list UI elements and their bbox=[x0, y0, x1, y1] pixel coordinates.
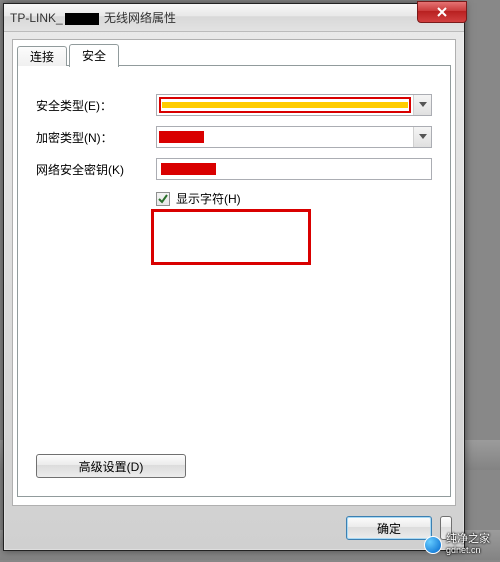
label-security-type: 安全类型(E)： bbox=[36, 97, 156, 114]
watermark-logo-icon bbox=[424, 536, 442, 554]
redacted-value bbox=[161, 161, 427, 177]
annotation-highlight bbox=[151, 209, 311, 265]
label-encryption-type: 加密类型(N)： bbox=[36, 129, 156, 146]
row-encryption-type: 加密类型(N)： bbox=[36, 126, 432, 148]
checkbox-show-characters[interactable] bbox=[156, 192, 170, 206]
close-icon bbox=[436, 6, 448, 18]
dialog-body: 连接 安全 安全类型(E)： 加密类型(N)： bbox=[12, 39, 456, 506]
combo-security-type[interactable] bbox=[156, 94, 432, 116]
chevron-down-icon bbox=[419, 102, 427, 108]
ok-button[interactable]: 确定 bbox=[346, 516, 432, 540]
dialog-window: TP-LINK_ 无线网络属性 连接 安全 安全类型(E)： bbox=[3, 3, 465, 551]
tab-panel-security: 安全类型(E)： 加密类型(N)： bbox=[17, 65, 451, 497]
input-network-key[interactable] bbox=[156, 158, 432, 180]
titlebar[interactable]: TP-LINK_ 无线网络属性 bbox=[4, 4, 464, 32]
check-icon bbox=[158, 194, 168, 204]
window-title: TP-LINK_ 无线网络属性 bbox=[10, 9, 176, 26]
row-network-key: 网络安全密钥(K) bbox=[36, 158, 432, 180]
advanced-settings-label: 高级设置(D) bbox=[79, 458, 144, 475]
row-show-characters: 显示字符(H) bbox=[156, 190, 432, 207]
close-button[interactable] bbox=[417, 1, 467, 23]
redacted-value bbox=[159, 97, 411, 113]
watermark: 纯净之家 gdnet.cn bbox=[424, 534, 490, 556]
dropdown-arrow[interactable] bbox=[413, 127, 431, 147]
watermark-name: 纯净之家 bbox=[446, 534, 490, 545]
row-security-type: 安全类型(E)： bbox=[36, 94, 432, 116]
label-network-key: 网络安全密钥(K) bbox=[36, 161, 156, 178]
combo-encryption-type[interactable] bbox=[156, 126, 432, 148]
advanced-settings-button[interactable]: 高级设置(D) bbox=[36, 454, 186, 478]
redacted-ssid bbox=[65, 13, 99, 25]
ok-label: 确定 bbox=[377, 520, 401, 537]
chevron-down-icon bbox=[419, 134, 427, 140]
tab-security[interactable]: 安全 bbox=[69, 44, 119, 67]
tab-row: 连接 安全 bbox=[13, 40, 455, 66]
tab-connection[interactable]: 连接 bbox=[17, 46, 67, 66]
label-show-characters: 显示字符(H) bbox=[176, 190, 241, 207]
redacted-value bbox=[159, 129, 411, 145]
watermark-url: gdnet.cn bbox=[446, 545, 490, 556]
dropdown-arrow[interactable] bbox=[413, 95, 431, 115]
